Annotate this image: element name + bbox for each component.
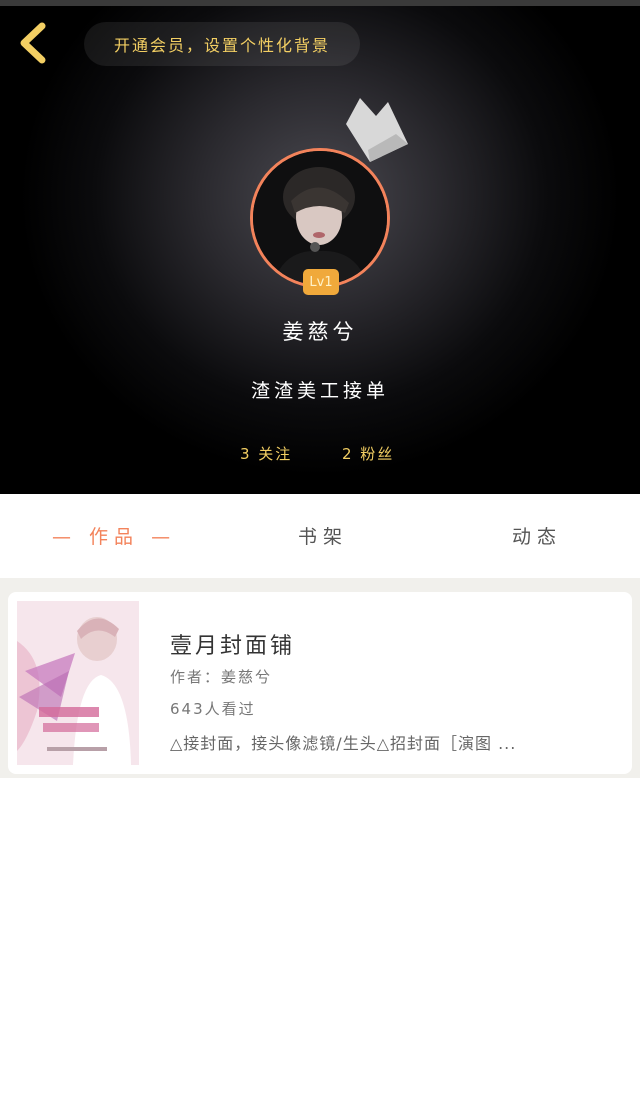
work-title: 壹月封面铺 (170, 634, 296, 659)
vip-background-banner[interactable]: 开通会员，设置个性化背景 (84, 22, 360, 66)
tab-works[interactable]: — 作品 — (52, 522, 176, 549)
followers-count[interactable]: 2 粉丝 (342, 443, 394, 464)
profile-header: 开通会员，设置个性化背景 Lv1 姜慈兮 渣渣美工接单 3 关注 2 粉丝 (0, 6, 640, 494)
avatar[interactable] (250, 148, 390, 288)
cover-artwork (17, 601, 139, 765)
list-item[interactable]: 壹月封面铺 作者：姜慈兮 643人看过 △接封面，接头像滤镜/生头△招封面［演图… (8, 592, 632, 774)
crown-icon (346, 98, 408, 162)
tab-bookshelf[interactable]: 书架 (298, 522, 348, 549)
profile-tabs: — 作品 — 书架 动态 (0, 494, 640, 578)
username: 姜慈兮 (282, 320, 358, 344)
work-author: 作者：姜慈兮 (170, 668, 273, 686)
tab-activity[interactable]: 动态 (512, 522, 562, 549)
work-description: △接封面，接头像滤镜/生头△招封面［演图 ... (170, 734, 517, 753)
chevron-left-icon (20, 22, 46, 64)
work-views: 643人看过 (170, 700, 256, 718)
level-badge: Lv1 (303, 269, 339, 295)
works-list: 壹月封面铺 作者：姜慈兮 643人看过 △接封面，接头像滤镜/生头△招封面［演图… (0, 578, 640, 778)
book-cover (17, 601, 139, 765)
avatar-portrait (253, 151, 387, 285)
user-bio: 渣渣美工接单 (250, 380, 389, 402)
following-count[interactable]: 3 关注 (240, 443, 292, 464)
back-button[interactable] (14, 20, 54, 66)
